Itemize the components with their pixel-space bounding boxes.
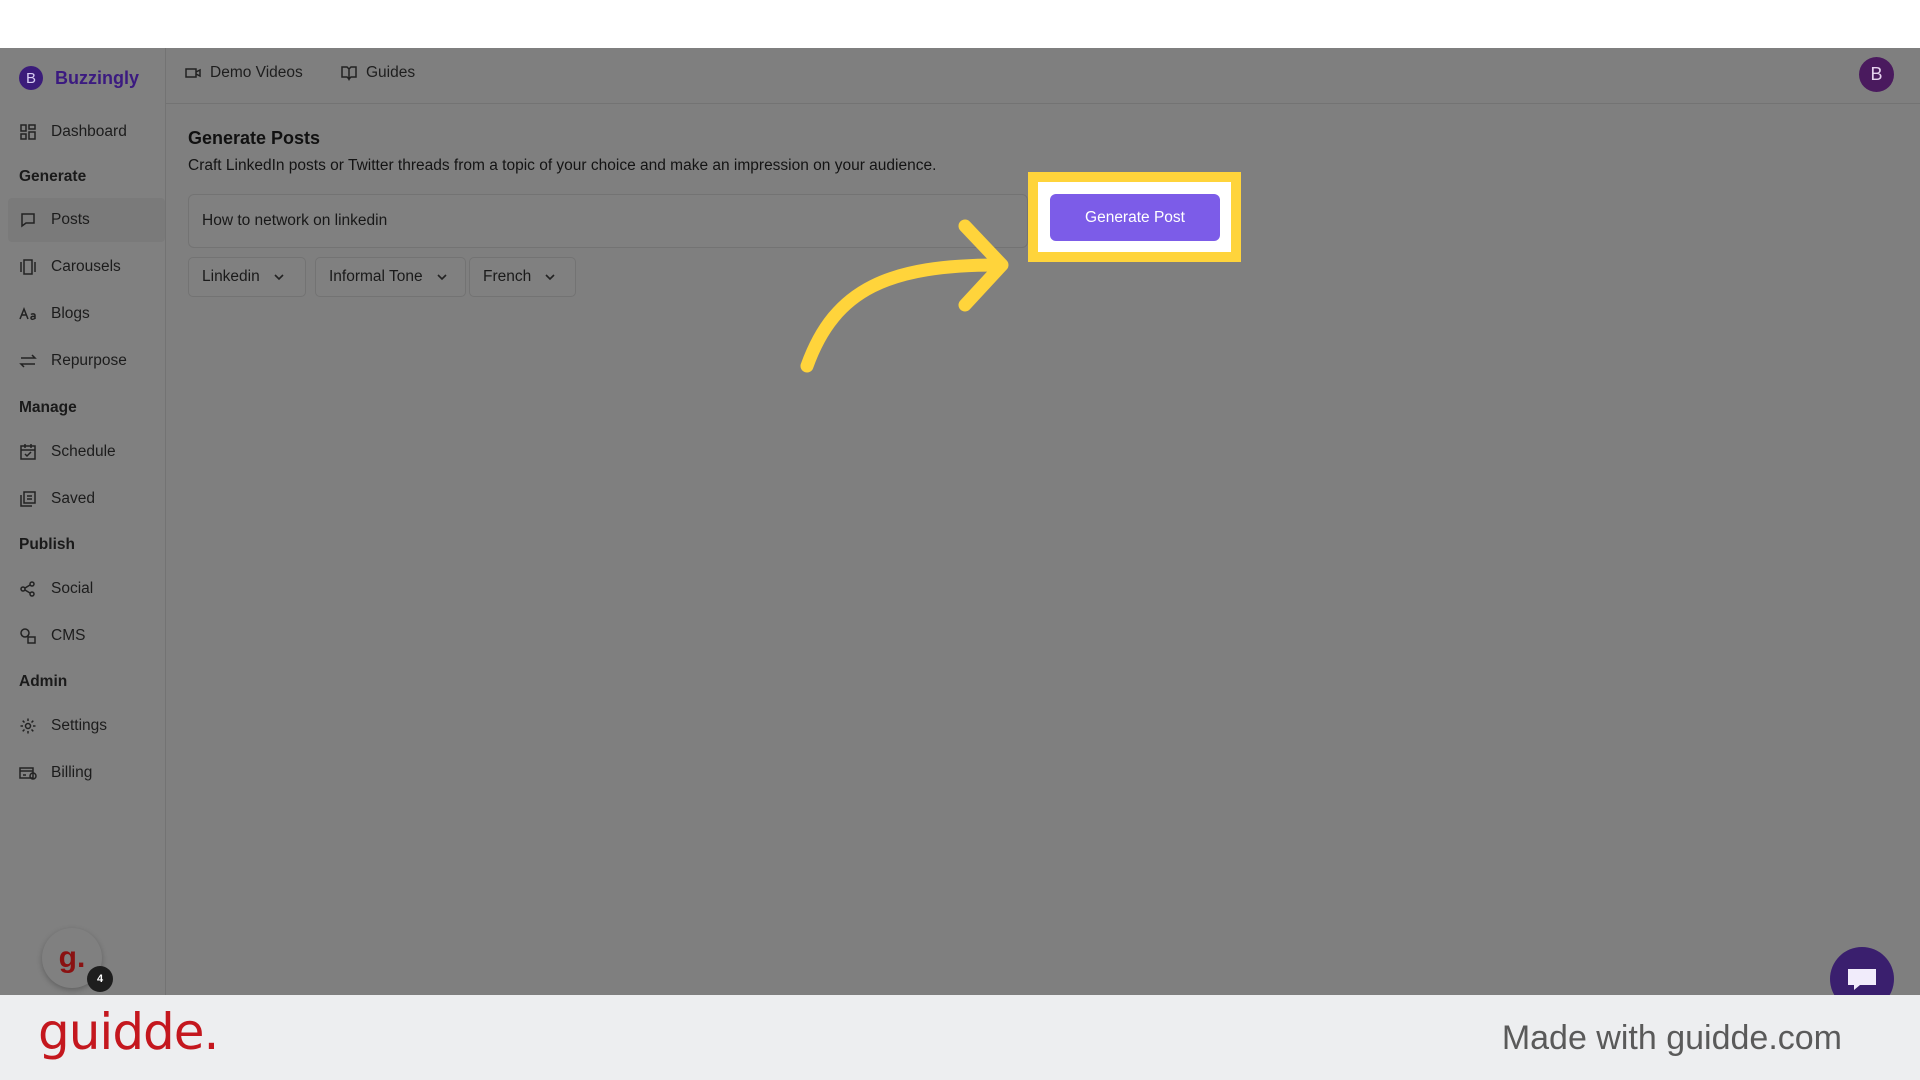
sidebar-item-carousels[interactable]: Carousels bbox=[8, 245, 165, 289]
sidebar: B Buzzingly Dashboard Generate Posts Car… bbox=[0, 48, 166, 995]
sidebar-item-label: Billing bbox=[51, 764, 93, 781]
tone-select[interactable]: Informal Tone bbox=[315, 257, 466, 297]
shapes-icon bbox=[20, 628, 36, 644]
share-icon bbox=[20, 581, 35, 597]
guidde-footer: guidde. Made with guidde.com bbox=[0, 995, 1920, 1080]
gear-icon bbox=[20, 718, 36, 734]
sidebar-item-label: Repurpose bbox=[51, 352, 127, 369]
page-description: Craft LinkedIn posts or Twitter threads … bbox=[188, 157, 937, 174]
language-select-value: French bbox=[483, 268, 532, 285]
library-icon bbox=[20, 491, 36, 507]
top-white-strip bbox=[0, 0, 1920, 48]
calendar-icon bbox=[20, 444, 36, 460]
sidebar-item-saved[interactable]: Saved bbox=[8, 477, 165, 521]
billing-icon bbox=[19, 767, 37, 780]
app-window: B Buzzingly Dashboard Generate Posts Car… bbox=[0, 48, 1920, 995]
swap-arrows-icon bbox=[19, 354, 37, 368]
tone-select-value: Informal Tone bbox=[329, 268, 423, 285]
sidebar-item-label: Posts bbox=[51, 211, 90, 228]
section-admin: Admin bbox=[19, 673, 68, 690]
sidebar-item-cms[interactable]: CMS bbox=[8, 614, 165, 658]
section-publish: Publish bbox=[19, 536, 75, 553]
brand[interactable]: B Buzzingly bbox=[19, 66, 139, 90]
sidebar-item-blogs[interactable]: Blogs bbox=[8, 292, 165, 336]
brand-logo: B bbox=[19, 66, 43, 90]
sidebar-item-settings[interactable]: Settings bbox=[8, 704, 165, 748]
carousel-icon bbox=[20, 259, 36, 275]
chat-button[interactable] bbox=[1830, 947, 1894, 995]
sidebar-item-label: CMS bbox=[51, 627, 86, 644]
sidebar-item-label: Saved bbox=[51, 490, 95, 507]
user-avatar[interactable]: B bbox=[1859, 57, 1894, 92]
sidebar-item-label: Carousels bbox=[51, 258, 121, 275]
sidebar-item-label: Settings bbox=[51, 717, 108, 734]
sidebar-item-billing[interactable]: Billing bbox=[8, 751, 165, 795]
grid-icon bbox=[20, 124, 36, 140]
section-manage: Manage bbox=[19, 399, 77, 416]
chevron-down-icon bbox=[274, 274, 284, 281]
pointer-arrow-icon bbox=[800, 219, 1009, 373]
demo-videos-link[interactable]: Demo Videos bbox=[184, 64, 303, 82]
made-with-text: Made with guidde.com bbox=[1501, 1019, 1842, 1057]
sidebar-item-label: Dashboard bbox=[51, 123, 127, 140]
sidebar-item-label: Blogs bbox=[51, 305, 90, 322]
video-icon bbox=[185, 68, 201, 78]
message-icon bbox=[21, 213, 35, 228]
demo-videos-label: Demo Videos bbox=[210, 64, 303, 81]
top-header: Demo Videos Guides bbox=[166, 48, 1920, 104]
platform-select-value: Linkedin bbox=[202, 268, 260, 285]
brand-name: Buzzingly bbox=[55, 67, 139, 88]
section-generate: Generate bbox=[19, 168, 87, 185]
chat-icon bbox=[1848, 969, 1876, 990]
book-icon bbox=[341, 66, 357, 81]
sidebar-item-posts[interactable]: Posts bbox=[8, 198, 165, 242]
guidde-count-badge: 4 bbox=[87, 966, 113, 992]
sidebar-item-dashboard[interactable]: Dashboard bbox=[8, 110, 165, 154]
sidebar-item-schedule[interactable]: Schedule bbox=[8, 430, 165, 474]
text-icon bbox=[19, 306, 36, 321]
sidebar-item-label: Schedule bbox=[51, 443, 116, 460]
sidebar-item-label: Social bbox=[51, 580, 94, 597]
guides-link[interactable]: Guides bbox=[340, 64, 415, 82]
chevron-down-icon bbox=[437, 274, 447, 281]
guides-label: Guides bbox=[366, 64, 416, 81]
guidde-logo: guidde. bbox=[38, 1003, 219, 1061]
platform-select[interactable]: Linkedin bbox=[188, 257, 306, 297]
sidebar-item-repurpose[interactable]: Repurpose bbox=[8, 339, 165, 383]
chevron-down-icon bbox=[545, 274, 555, 281]
generate-post-button[interactable]: Generate Post bbox=[1050, 194, 1220, 241]
page-title: Generate Posts bbox=[188, 128, 321, 148]
language-select[interactable]: French bbox=[469, 257, 576, 297]
sidebar-item-social[interactable]: Social bbox=[8, 567, 165, 611]
